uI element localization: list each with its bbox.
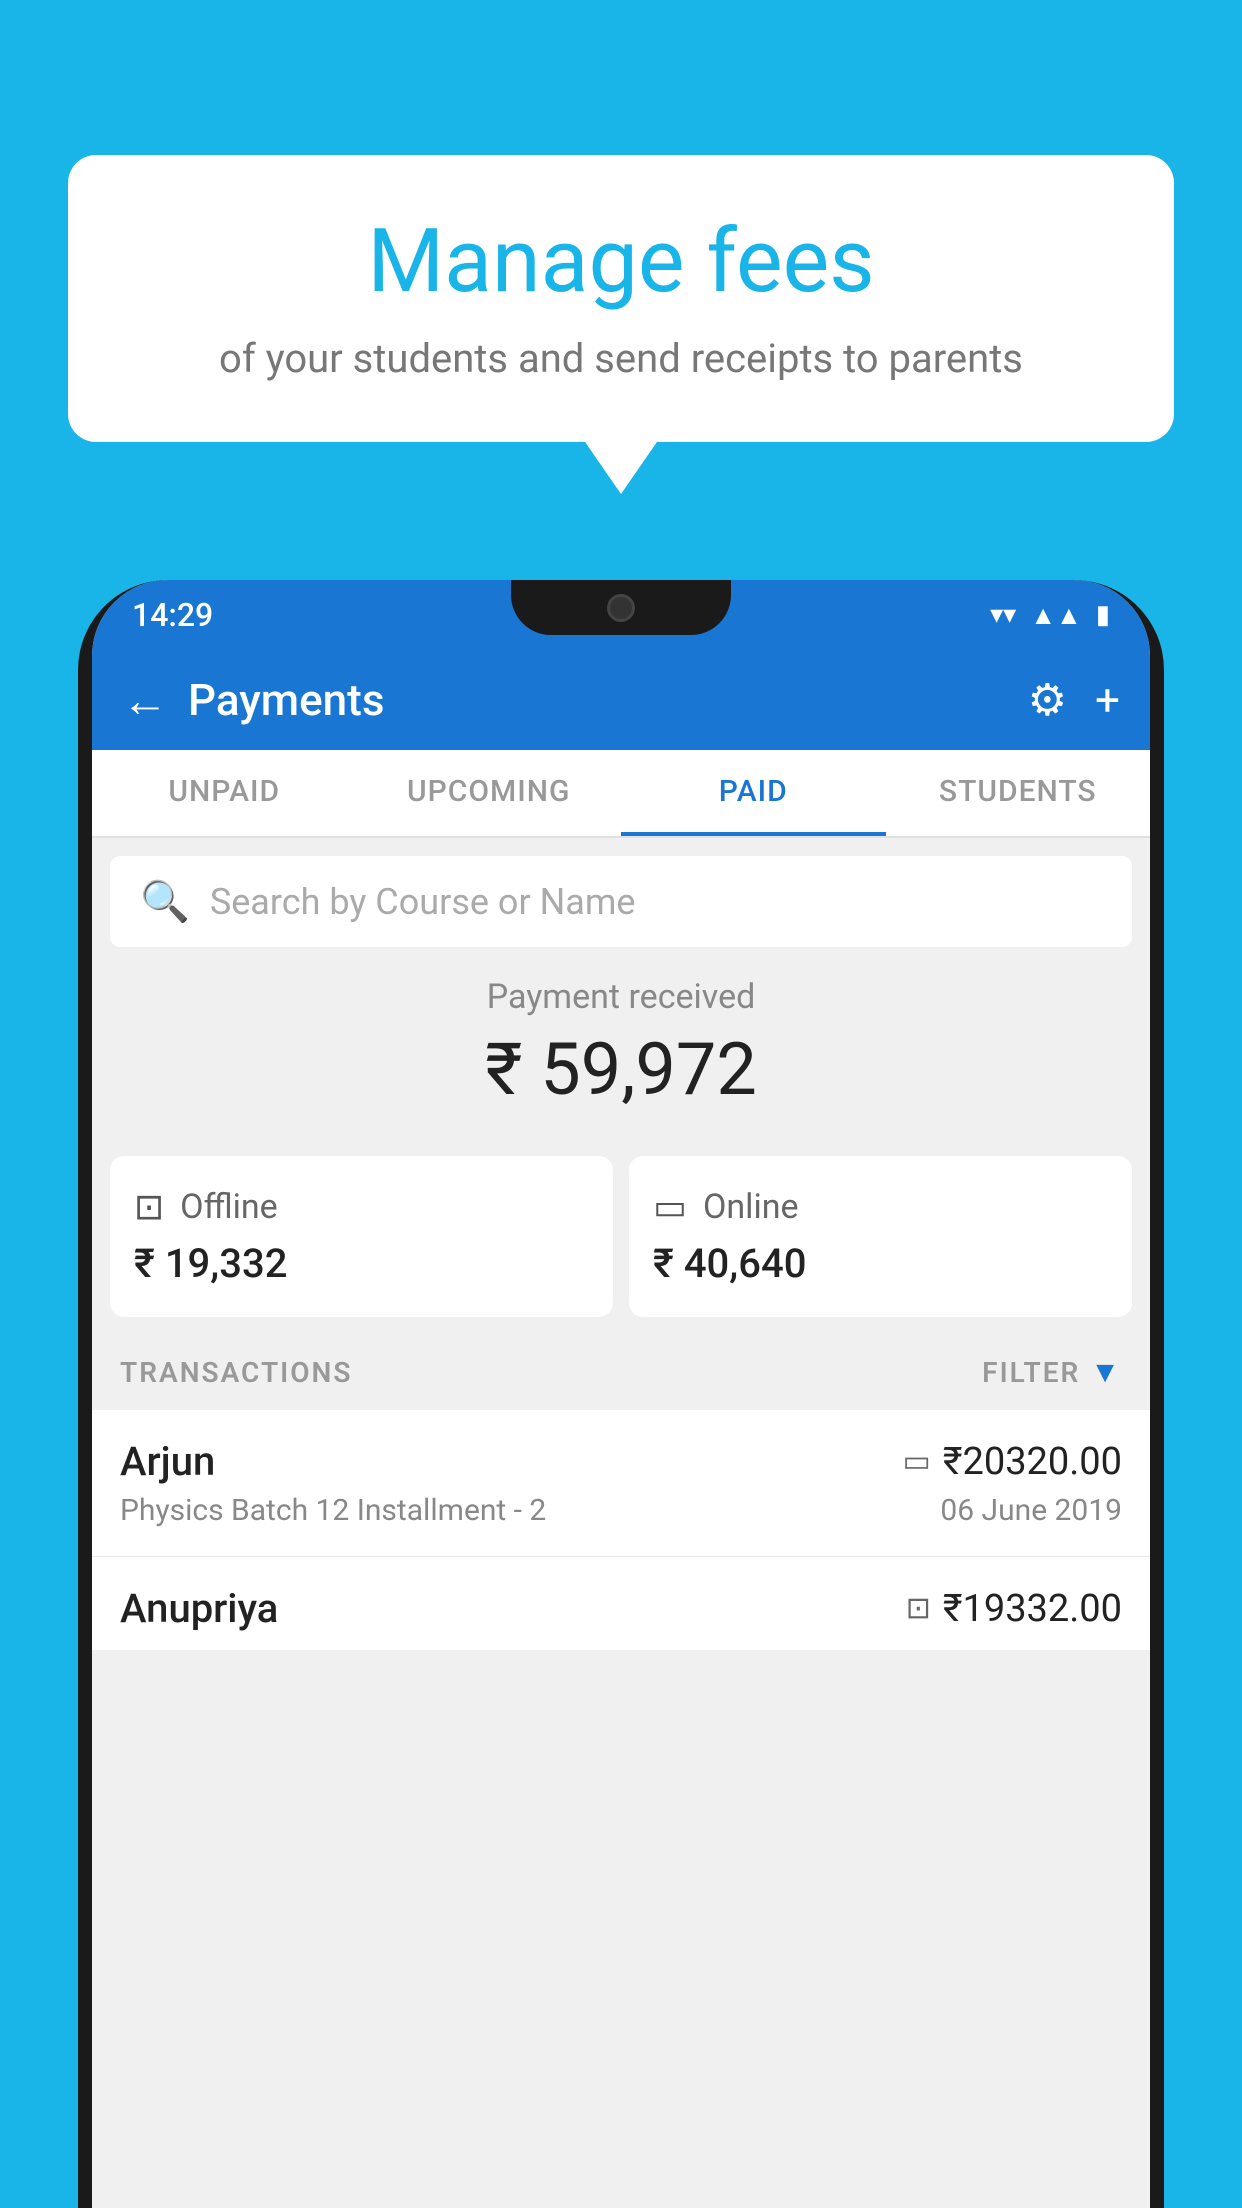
tab-students[interactable]: STUDENTS <box>886 750 1151 836</box>
payment-received-label: Payment received <box>110 977 1132 1017</box>
wifi-icon: ▾▾ <box>990 600 1016 630</box>
phone-notch <box>511 580 731 635</box>
offline-card-header: ⊡ Offline <box>134 1186 589 1228</box>
filter-button[interactable]: FILTER ▼ <box>982 1355 1122 1390</box>
online-label: Online <box>703 1187 799 1227</box>
speech-bubble: Manage fees of your students and send re… <box>68 155 1174 442</box>
filter-icon: ▼ <box>1090 1355 1122 1390</box>
bubble-subtitle: of your students and send receipts to pa… <box>128 335 1114 382</box>
transactions-label: TRANSACTIONS <box>120 1356 352 1389</box>
status-icons: ▾▾ ▲▲ ▮ <box>990 600 1110 631</box>
phone-frame: 14:29 ▾▾ ▲▲ ▮ ← Payments ⚙ + UNPAID UPCO… <box>78 580 1164 2208</box>
payment-total-amount: ₹ 59,972 <box>110 1027 1132 1112</box>
tab-paid[interactable]: PAID <box>621 750 886 836</box>
online-card: ▭ Online ₹ 40,640 <box>629 1156 1132 1317</box>
transaction-row[interactable]: Arjun ▭ ₹20320.00 Physics Batch 12 Insta… <box>92 1410 1150 1557</box>
transaction-name-1: Arjun <box>120 1438 215 1485</box>
notch-camera <box>607 594 635 622</box>
transaction-name-2: Anupriya <box>120 1585 278 1632</box>
payment-section: Payment received ₹ 59,972 <box>92 947 1150 1156</box>
settings-icon[interactable]: ⚙ <box>1028 674 1067 726</box>
offline-label: Offline <box>180 1187 277 1227</box>
online-amount: ₹ 40,640 <box>653 1240 1108 1287</box>
app-title: Payments <box>188 674 1028 726</box>
transaction-row-partial[interactable]: Anupriya ⊡ ₹19332.00 <box>92 1557 1150 1650</box>
search-placeholder: Search by Course or Name <box>210 881 636 923</box>
transaction-date-1: 06 June 2019 <box>940 1493 1122 1528</box>
payment-cards: ⊡ Offline ₹ 19,332 ▭ Online ₹ 40,640 <box>110 1156 1132 1317</box>
signal-icon: ▲▲ <box>1030 600 1081 631</box>
transaction-desc-1: Physics Batch 12 Installment - 2 <box>120 1493 546 1528</box>
add-icon[interactable]: + <box>1095 674 1120 726</box>
offline-card: ⊡ Offline ₹ 19,332 <box>110 1156 613 1317</box>
transaction-bottom-1: Physics Batch 12 Installment - 2 06 June… <box>120 1493 1122 1528</box>
offline-amount: ₹ 19,332 <box>134 1240 589 1287</box>
transaction-amount-1: ₹20320.00 <box>943 1440 1122 1484</box>
transactions-header: TRANSACTIONS FILTER ▼ <box>92 1335 1150 1410</box>
app-bar-icons: ⚙ + <box>1028 674 1120 726</box>
bubble-title: Manage fees <box>128 210 1114 313</box>
tabs-bar: UNPAID UPCOMING PAID STUDENTS <box>92 750 1150 838</box>
search-bar[interactable]: 🔍 Search by Course or Name <box>110 856 1132 947</box>
content-area: 🔍 Search by Course or Name Payment recei… <box>92 838 1150 2208</box>
status-time: 14:29 <box>132 596 213 634</box>
transaction-amount-2: ₹19332.00 <box>943 1587 1122 1631</box>
back-button[interactable]: ← <box>122 673 168 728</box>
battery-icon: ▮ <box>1096 600 1110 630</box>
cash-payment-icon: ⊡ <box>906 1591 931 1626</box>
online-icon: ▭ <box>653 1186 687 1228</box>
search-icon: 🔍 <box>140 878 190 925</box>
tab-unpaid[interactable]: UNPAID <box>92 750 357 836</box>
offline-icon: ⊡ <box>134 1186 164 1228</box>
online-card-header: ▭ Online <box>653 1186 1108 1228</box>
tab-upcoming[interactable]: UPCOMING <box>357 750 622 836</box>
phone-screen: 14:29 ▾▾ ▲▲ ▮ ← Payments ⚙ + UNPAID UPCO… <box>92 580 1150 2208</box>
transaction-top-1: Arjun ▭ ₹20320.00 <box>120 1438 1122 1485</box>
transaction-top-2: Anupriya ⊡ ₹19332.00 <box>120 1585 1122 1632</box>
transaction-amount-wrap-1: ▭ ₹20320.00 <box>902 1440 1122 1484</box>
card-payment-icon: ▭ <box>902 1444 930 1479</box>
app-bar: ← Payments ⚙ + <box>92 650 1150 750</box>
transaction-amount-wrap-2: ⊡ ₹19332.00 <box>906 1587 1122 1631</box>
filter-label: FILTER <box>982 1356 1080 1389</box>
